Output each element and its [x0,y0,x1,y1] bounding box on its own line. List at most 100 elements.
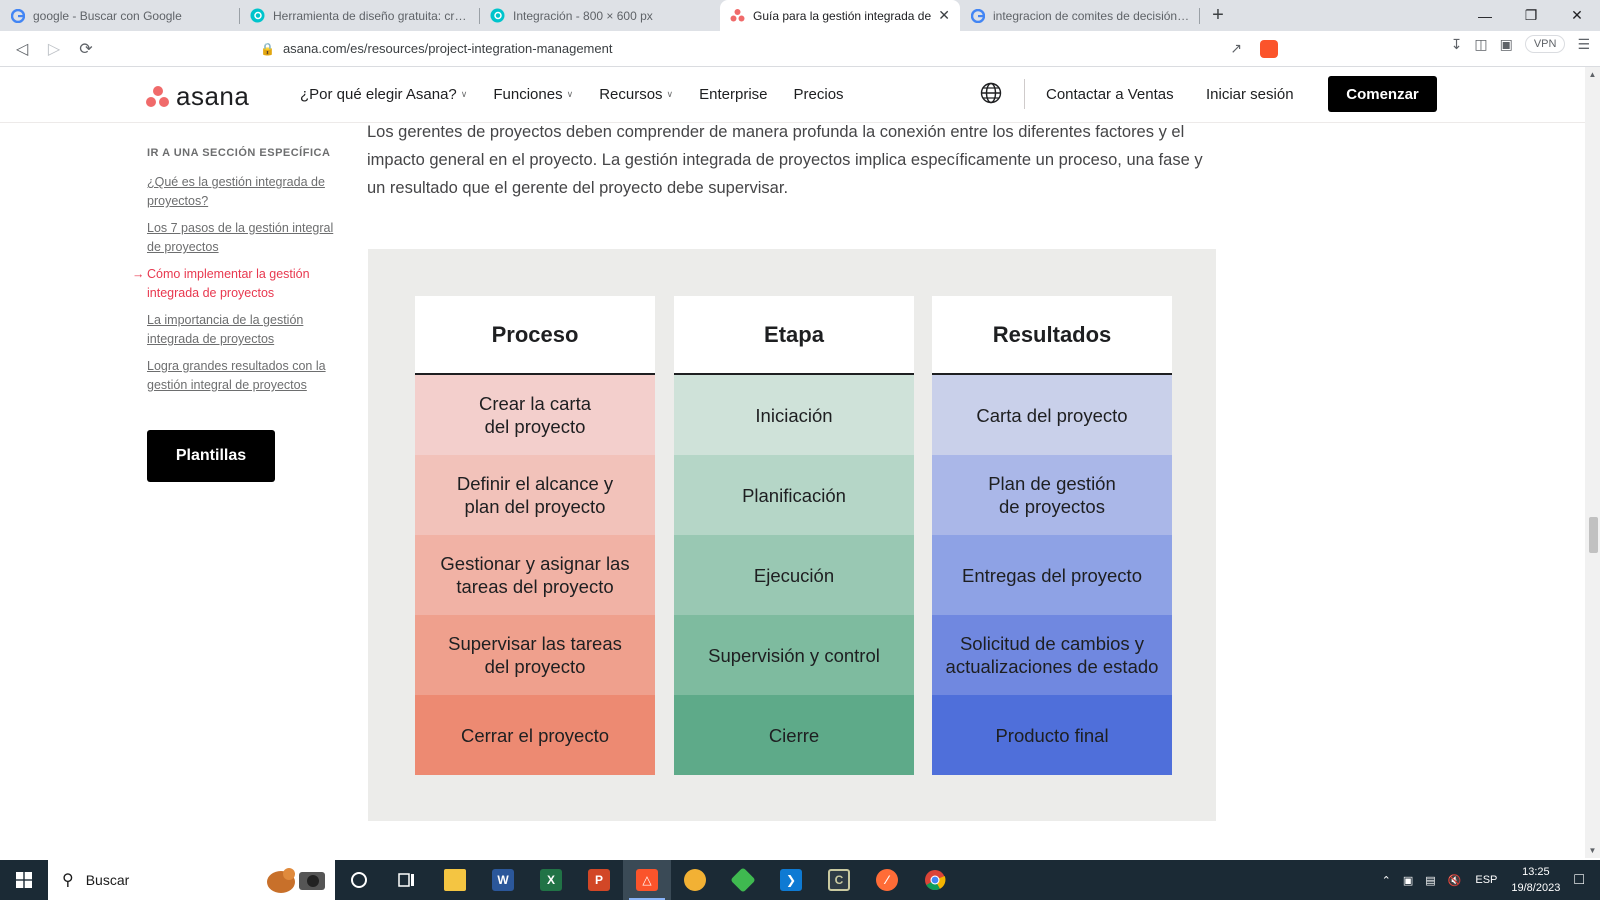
integration-table-figure: Proceso Crear la carta del proyecto Defini… [368,249,1216,821]
sidebar-link[interactable]: → Cómo implementar la gestión integrada d… [132,265,347,303]
volume-muted-icon[interactable]: 🔇 [1448,874,1462,887]
table-cell: Entregas del proyecto [932,535,1172,615]
browser-tab[interactable]: Integración - 800 × 600 px [480,0,720,31]
notifications-icon[interactable]: □ [1574,871,1584,889]
browser-tab[interactable]: Guía para la gestión integrada de ✕ [720,0,960,31]
excel-icon[interactable]: X [527,860,575,900]
windows-taskbar: ⚲ Buscar W X P △ ❯ C ⁄ ⌃ ▣ ▤ 🔇 ESP 13:25… [0,860,1600,900]
task-view-icon[interactable] [383,860,431,900]
sidebar-link-label: ¿Qué es la gestión integrada de proyecto… [147,175,325,208]
app-box-icon[interactable]: C [815,860,863,900]
url-field[interactable]: 🔒 asana.com/es/resources/project-integra… [250,34,1296,63]
gitkraken-icon[interactable] [719,860,767,900]
browser-tab[interactable]: Herramienta de diseño gratuita: crea p [240,0,480,31]
minimize-icon[interactable]: — [1462,0,1508,31]
toolbar-right: ↧ ◫ ▣ VPN ☰ [1451,35,1590,53]
file-explorer-icon[interactable] [431,860,479,900]
login-link[interactable]: Iniciar sesión [1206,86,1294,103]
lock-icon: 🔒 [260,41,275,56]
get-started-button[interactable]: Comenzar [1328,76,1437,112]
sidebar-link-label: La importancia de la gestión integrada d… [147,313,304,346]
postman-icon[interactable]: ⁄ [863,860,911,900]
new-tab-button[interactable]: + [1200,0,1236,31]
share-icon[interactable]: ↗ [1230,40,1242,57]
close-tab-icon[interactable]: ✕ [938,7,950,24]
table-cell: Ejecución [674,535,914,615]
scroll-up-icon[interactable]: ▲ [1585,70,1600,79]
table-cell: Supervisión y control [674,615,914,695]
cell-text: Entregas del proyecto [962,564,1142,586]
powerpoint-icon[interactable]: P [575,860,623,900]
network-icon[interactable]: ▤ [1425,874,1435,887]
back-icon[interactable]: ◁ [6,33,38,65]
cortana-icon[interactable] [335,860,383,900]
logo-text: asana [176,81,250,111]
nav-item[interactable]: ¿Por qué elegir Asana? ∨ [300,86,467,103]
download-icon[interactable]: ↧ [1451,36,1463,53]
browser-tab-bar: google - Buscar con Google Herramienta de… [0,0,1600,31]
table-cell: Plan de gestión de proyectos [932,455,1172,535]
search-highlight-image [267,868,325,893]
nav-item[interactable]: Precios [794,86,844,103]
brave-browser-icon[interactable]: △ [623,860,671,900]
contact-sales-link[interactable]: Contactar a Ventas [1046,86,1174,103]
vscode-icon[interactable]: ❯ [767,860,815,900]
table-cell: Gestionar y asignar las tareas del proye… [415,535,655,615]
templates-button[interactable]: Plantillas [147,430,275,482]
cell-text: Cierre [768,724,820,746]
forward-icon[interactable]: ▷ [38,33,70,65]
chevron-up-icon[interactable]: ⌃ [1382,874,1391,887]
scroll-down-icon[interactable]: ▼ [1585,846,1600,855]
cell-text: Supervisión y control [708,644,880,666]
browser-tab[interactable]: google - Buscar con Google [0,0,240,31]
site-header: asana ¿Por qué elegir Asana? ∨ Funciones ∨ R… [0,67,1585,123]
chrome-icon[interactable] [911,860,959,900]
sidebar-icon[interactable]: ◫ [1474,36,1487,53]
clock-time: 13:25 [1522,866,1550,878]
table-column: Resultados Carta del proyecto Plan de gest… [932,296,1172,775]
app-cloud-icon[interactable] [671,860,719,900]
scrollbar-thumb[interactable] [1589,517,1598,553]
nav-item[interactable]: Enterprise [699,86,767,103]
reload-icon[interactable]: ⟳ [70,33,102,65]
word-icon[interactable]: W [479,860,527,900]
language-indicator[interactable]: ESP [1475,874,1497,886]
globe-icon[interactable] [980,82,1002,104]
tab-separator [1199,8,1200,24]
sidebar-link[interactable]: Logra grandes resultados con la gestión … [147,357,347,395]
vpn-button[interactable]: VPN [1524,35,1566,53]
canva-icon [490,8,505,23]
cell-text: Planificación [742,484,846,506]
meet-now-icon[interactable]: ▣ [1403,874,1413,887]
asana-logo[interactable]: asana [146,81,249,112]
table-cell: Iniciación [674,375,914,455]
clock[interactable]: 13:25 19/8/2023 [1511,864,1560,896]
table-column: Etapa Iniciación Planificación Ejecución Sup… [674,296,914,775]
taskbar-search[interactable]: ⚲ Buscar [48,860,335,900]
chevron-down-icon: ∨ [566,89,574,99]
search-icon: ⚲ [62,872,74,889]
url-text: asana.com/es/resources/project-integrati… [282,41,613,56]
sidebar-link[interactable]: Los 7 pasos de la gestión integral de pr… [147,219,347,257]
sidebar-link[interactable]: ¿Qué es la gestión integrada de proyecto… [147,173,347,211]
cell-text: Ejecución [753,564,835,586]
windows-start-icon[interactable] [0,860,48,900]
table-cell: Producto final [932,695,1172,775]
page-scrollbar[interactable] [1585,67,1600,858]
nav-item[interactable]: Recursos ∨ [599,86,673,103]
brave-shields-icon[interactable] [1260,39,1278,58]
tab-title: Guía para la gestión integrada de [753,8,932,23]
cell-text: Supervisar las tareas del proyecto [448,633,622,677]
sidebar-link-label: Los 7 pasos de la gestión integral de pr… [147,221,334,254]
tab-title: integracion de comites de decisión - B [993,8,1190,23]
nav-item[interactable]: Funciones ∨ [493,86,573,103]
browser-tab[interactable]: integracion de comites de decisión - B [960,0,1200,31]
sidebar-link[interactable]: La importancia de la gestión integrada d… [147,311,347,349]
cell-text: Producto final [995,724,1109,746]
cell-text: Crear la carta del proyecto [478,393,592,437]
chevron-down-icon: ∨ [460,89,468,99]
restore-icon[interactable]: ❐ [1508,0,1554,31]
wallet-icon[interactable]: ▣ [1500,36,1513,53]
menu-icon[interactable]: ☰ [1577,36,1590,53]
close-window-icon[interactable]: ✕ [1554,0,1600,31]
